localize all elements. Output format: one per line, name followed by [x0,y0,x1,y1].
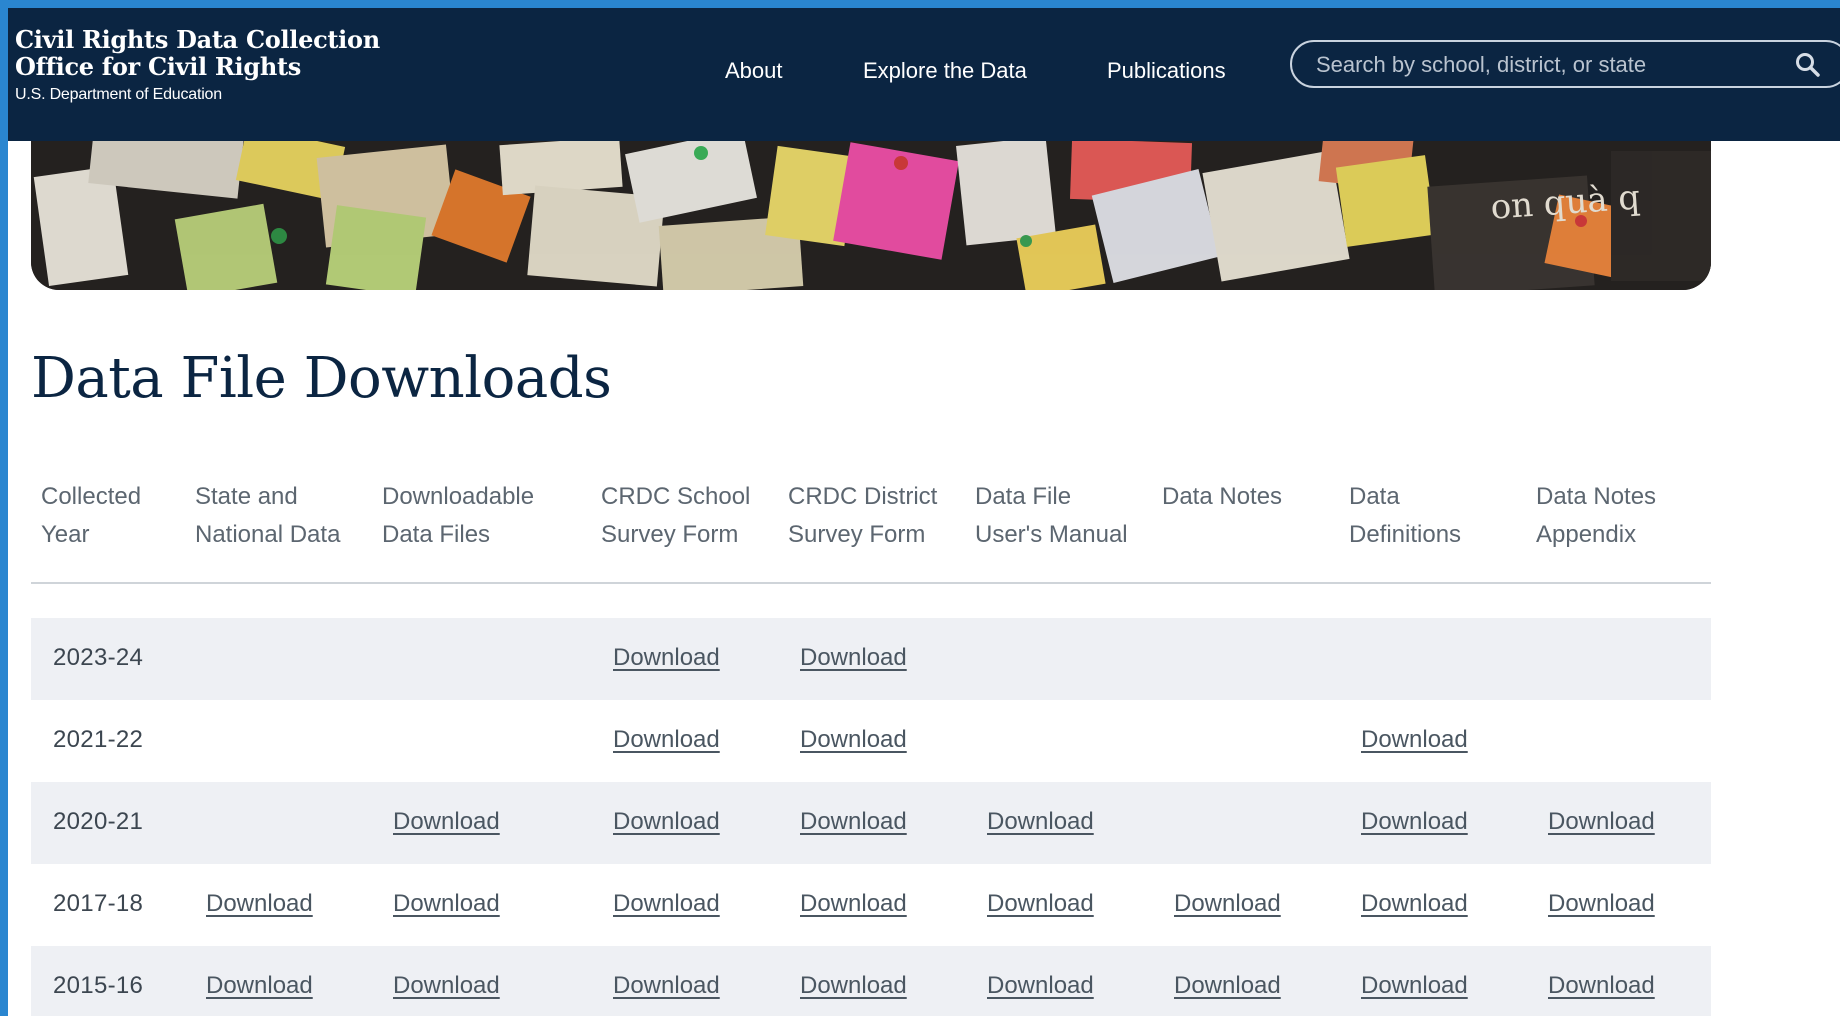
column-header-district-survey-form: CRDC District Survey Form [788,483,938,548]
hero-banner-image: on quà q [31,141,1711,290]
download-link-downloadable-data-files[interactable]: Download [393,972,500,1000]
download-link-crdc-district-survey-form[interactable]: Download [800,890,907,918]
column-header-downloadable-data-files: Downloadable Data Files [382,483,535,548]
nav-about[interactable]: About [725,58,783,84]
download-link-downloadable-data-files[interactable]: Download [393,808,500,836]
download-link-data-definitions[interactable]: Download [1361,808,1468,836]
table-row: 2020-21 Download Download Download Download D… [31,782,1711,864]
collected-year-cell: 2023-24 [53,644,144,671]
download-link-data-notes-appendix[interactable]: Download [1548,808,1655,836]
brand-subtitle: Office for Civil Rights [15,52,301,81]
download-link-crdc-district-survey-form[interactable]: Download [800,726,907,754]
download-link-crdc-district-survey-form[interactable]: Download [800,644,907,672]
column-header-users-manual: Data File User's Manual [975,483,1128,548]
download-link-crdc-school-survey-form[interactable]: Download [613,644,720,672]
download-link-crdc-district-survey-form[interactable]: Download [800,808,907,836]
download-link-data-notes-appendix[interactable]: Download [1548,890,1655,918]
page-title: Data File Downloads [31,346,612,411]
nav-publications[interactable]: Publications [1107,58,1226,84]
download-link-crdc-district-survey-form[interactable]: Download [800,972,907,1000]
download-link-data-notes[interactable]: Download [1174,890,1281,918]
search-icon[interactable] [1794,51,1822,79]
download-link-data-file-user-s-manual[interactable]: Download [987,808,1094,836]
download-link-data-definitions[interactable]: Download [1361,972,1468,1000]
download-link-data-notes[interactable]: Download [1174,972,1281,1000]
browser-viewport: Civil Rights Data Collection Office for … [8,8,1840,1016]
download-link-data-definitions[interactable]: Download [1361,726,1468,754]
collected-year-cell: 2017-18 [53,890,144,917]
data-downloads-table: Collected Year State and National Data D… [31,464,1711,1016]
table-row: 2023-24 Download Download [31,618,1711,700]
column-header-data-definitions: Data Definitions [1349,483,1462,548]
column-header-state-national-data: State and National Data [195,483,341,548]
download-link-data-definitions[interactable]: Download [1361,890,1468,918]
brand-title: Civil Rights Data Collection [15,25,380,54]
download-link-data-file-user-s-manual[interactable]: Download [987,972,1094,1000]
table-header: Collected Year State and National Data D… [31,464,1711,584]
site-brand[interactable]: Civil Rights Data Collection Office for … [15,26,380,104]
download-link-data-file-user-s-manual[interactable]: Download [987,890,1094,918]
column-header-data-notes-appendix: Data Notes Appendix [1536,483,1657,548]
collected-year-cell: 2020-21 [53,808,144,835]
collected-year-cell: 2021-22 [53,726,144,753]
column-header-school-survey-form: CRDC School Survey Form [601,483,751,548]
search-box [1290,40,1840,88]
table-row: 2017-18 Download Download Download Download D… [31,864,1711,946]
download-link-data-notes-appendix[interactable]: Download [1548,972,1655,1000]
search-input[interactable] [1314,50,1778,80]
download-link-crdc-school-survey-form[interactable]: Download [613,972,720,1000]
nav-explore-the-data[interactable]: Explore the Data [863,58,1027,84]
brand-department: U.S. Department of Education [15,86,222,103]
column-header-data-notes: Data Notes [1162,483,1283,510]
table-row: 2021-22 Download Download Download [31,700,1711,782]
download-link-crdc-school-survey-form[interactable]: Download [613,890,720,918]
table-row: 2015-16 Download Download Download Download D… [31,946,1711,1016]
collected-year-cell: 2015-16 [53,972,144,999]
site-header: Civil Rights Data Collection Office for … [8,8,1840,141]
download-link-crdc-school-survey-form[interactable]: Download [613,808,720,836]
download-link-state-and-national-data[interactable]: Download [206,972,313,1000]
download-link-crdc-school-survey-form[interactable]: Download [613,726,720,754]
column-header-collected-year: Collected Year [41,483,142,548]
download-link-downloadable-data-files[interactable]: Download [393,890,500,918]
download-link-state-and-national-data[interactable]: Download [206,890,313,918]
